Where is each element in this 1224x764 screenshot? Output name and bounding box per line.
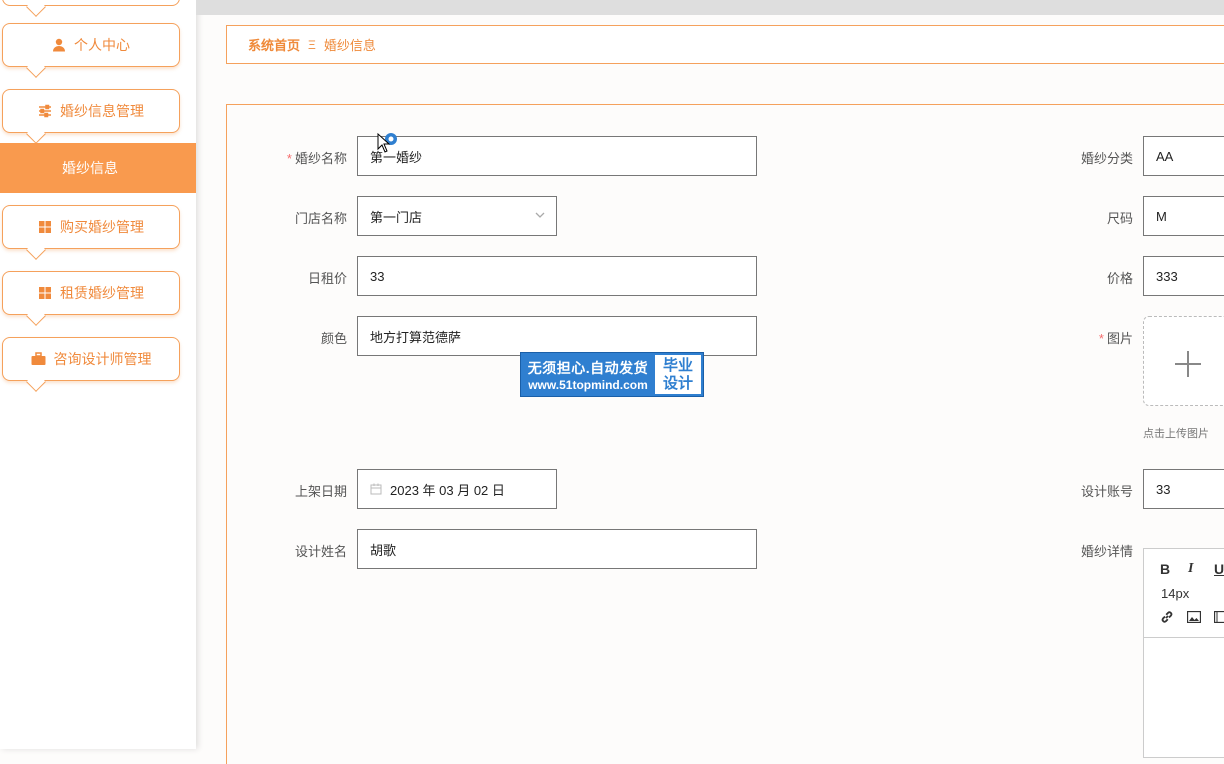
designer-account-label: 设计账号 xyxy=(1043,481,1133,500)
calendar-icon xyxy=(370,483,382,495)
sidebar-item-label: 租赁婚纱管理 xyxy=(60,283,144,303)
grid-icon xyxy=(38,286,52,300)
store-name-label: 门店名称 xyxy=(260,208,347,227)
sidebar-item-label: 购买婚纱管理 xyxy=(60,217,144,237)
chevron-down-icon xyxy=(534,209,546,224)
user-icon xyxy=(52,38,66,52)
upload-hint: 点击上传图片 xyxy=(1143,425,1209,441)
sidebar-item-purchase-management[interactable]: 购买婚纱管理 xyxy=(2,205,180,249)
mouse-cursor-icon xyxy=(376,132,400,161)
underline-button[interactable]: U xyxy=(1214,561,1224,577)
sidebar-subitem-dress-info[interactable]: 婚纱信息 xyxy=(0,143,196,193)
sidebar: 个人中心 婚纱信息管理 婚纱信息 购买婚纱管理 租赁婚纱管理 咨询设计师管理 xyxy=(0,0,196,749)
dress-details-label: 婚纱详情 xyxy=(1043,541,1133,560)
sidebar-subitem-label: 婚纱信息 xyxy=(62,158,118,178)
image-label: *图片 xyxy=(1043,328,1133,347)
sidebar-item-personal-center[interactable]: 个人中心 xyxy=(2,23,180,67)
dress-category-input[interactable]: AA xyxy=(1143,136,1224,176)
size-label: 尺码 xyxy=(1043,208,1133,227)
grid-icon xyxy=(38,220,52,234)
video-icon[interactable] xyxy=(1214,610,1224,626)
watermark-badge: 无须担心.自动发货 www.51topmind.com 毕业 设计 xyxy=(520,352,704,397)
sidebar-item-dress-info-management[interactable]: 婚纱信息管理 xyxy=(2,89,180,133)
price-label: 价格 xyxy=(1043,268,1133,287)
image-icon[interactable] xyxy=(1187,610,1201,626)
image-upload-button[interactable] xyxy=(1143,316,1224,406)
font-size-select[interactable]: 14px xyxy=(1161,586,1189,601)
top-header-strip xyxy=(196,0,1224,15)
dress-name-label: *婚纱名称 xyxy=(260,148,347,167)
briefcase-icon xyxy=(31,352,46,366)
daily-rent-label: 日租价 xyxy=(260,268,347,287)
store-name-select[interactable]: 第一门店 xyxy=(357,196,557,236)
breadcrumb-home-link[interactable]: 系统首页 xyxy=(248,35,300,54)
listing-date-picker[interactable]: 2023 年 03 月 02 日 xyxy=(357,469,557,509)
listing-date-label: 上架日期 xyxy=(260,481,347,500)
editor-toolbar: B I U 14px xyxy=(1144,549,1224,638)
sidebar-item-label: 婚纱信息管理 xyxy=(60,101,144,121)
sidebar-item-rental-management[interactable]: 租赁婚纱管理 xyxy=(2,271,180,315)
breadcrumb: 系统首页 Ξ 婚纱信息 xyxy=(226,25,1224,64)
sidebar-item-label: 咨询设计师管理 xyxy=(54,349,152,369)
rich-text-editor[interactable]: B I U 14px xyxy=(1143,548,1224,758)
color-input[interactable]: 地方打算范德萨 xyxy=(357,316,757,356)
size-input[interactable]: M xyxy=(1143,196,1224,236)
required-mark: * xyxy=(1099,331,1104,346)
price-input[interactable]: 333 xyxy=(1143,256,1224,296)
bold-button[interactable]: B xyxy=(1160,561,1170,577)
link-icon[interactable] xyxy=(1160,610,1174,627)
italic-button[interactable]: I xyxy=(1188,561,1193,577)
daily-rent-input[interactable]: 33 xyxy=(357,256,757,296)
required-mark: * xyxy=(287,151,292,166)
color-label: 颜色 xyxy=(260,328,347,347)
sidebar-item-label: 个人中心 xyxy=(74,35,130,55)
dress-name-input[interactable]: 第一婚纱 xyxy=(357,136,757,176)
breadcrumb-separator: Ξ xyxy=(308,38,316,52)
breadcrumb-current: 婚纱信息 xyxy=(324,35,376,54)
designer-account-input[interactable]: 33 xyxy=(1143,469,1224,509)
plus-icon xyxy=(1174,350,1202,383)
sidebar-item-collapsed[interactable] xyxy=(2,0,180,6)
sliders-icon xyxy=(38,104,52,118)
designer-name-input[interactable]: 胡歌 xyxy=(357,529,757,569)
designer-name-label: 设计姓名 xyxy=(260,541,347,560)
dress-category-label: 婚纱分类 xyxy=(1043,148,1133,167)
sidebar-item-designer-consult-management[interactable]: 咨询设计师管理 xyxy=(2,337,180,381)
